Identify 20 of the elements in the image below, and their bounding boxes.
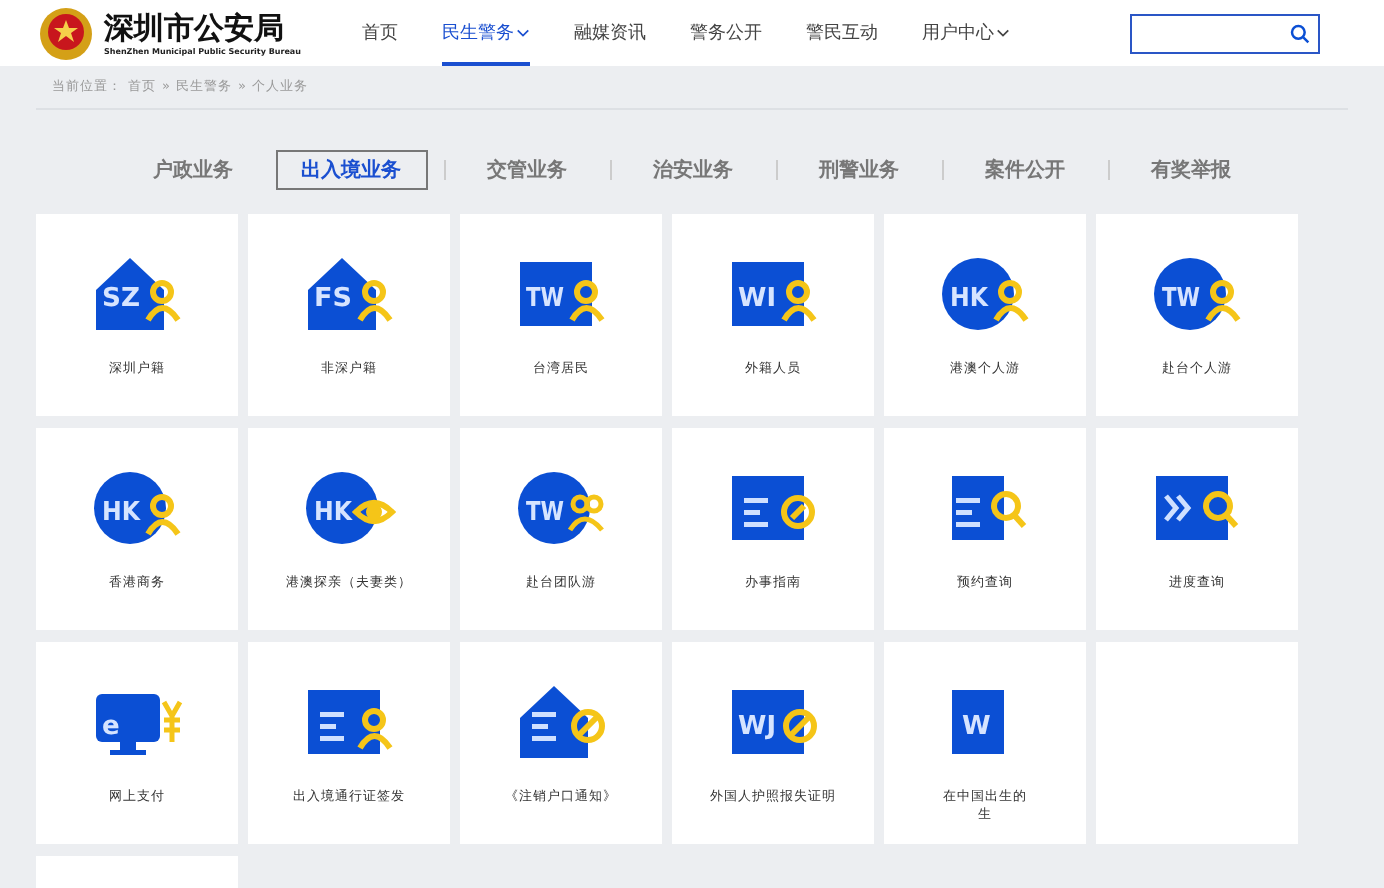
search-field[interactable] (1130, 13, 1320, 53)
site-title: 深圳市公安局 (104, 11, 286, 45)
category-tab[interactable]: 案件公开 (959, 150, 1091, 190)
category-tab[interactable]: 户政业务 (127, 150, 259, 190)
category-tab[interactable]: 治安业务 (627, 150, 759, 190)
nav-item[interactable]: 用户中心 (922, 0, 1010, 66)
caret-icon (996, 28, 1010, 38)
emblem-icon (36, 3, 96, 63)
nav-item[interactable]: 警民互动 (806, 0, 878, 66)
nav-item[interactable]: 首页 (362, 0, 398, 66)
category-tab[interactable]: 刑警业务 (793, 150, 925, 190)
house-icon (515, 682, 607, 762)
category-tab[interactable]: 有奖举报 (1125, 150, 1257, 190)
category-tab[interactable]: 出入境业务 (275, 150, 427, 190)
caret-icon (516, 28, 530, 38)
nav-item[interactable]: 民生警务 (442, 0, 530, 66)
search-icon[interactable] (1290, 23, 1310, 43)
category-tab[interactable]: 交管业务 (461, 150, 593, 190)
nav-item[interactable]: 警务公开 (690, 0, 762, 66)
nav-item[interactable]: 融媒资讯 (574, 0, 646, 66)
